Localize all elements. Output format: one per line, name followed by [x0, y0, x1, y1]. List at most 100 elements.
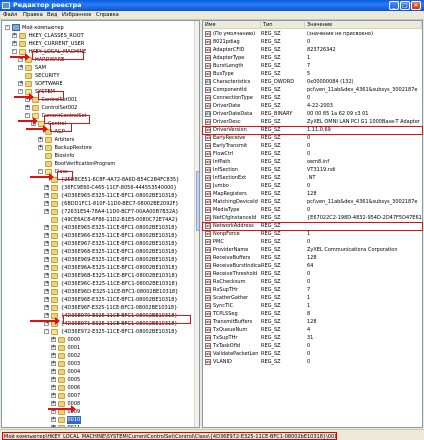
- column-header-name[interactable]: Имя: [203, 21, 261, 29]
- value-row[interactable]: ab TxTaskOfld REG_SZ 0: [203, 342, 422, 350]
- expand-toggle-icon[interactable]: +: [44, 233, 49, 238]
- value-row[interactable]: ab ScatterGather REG_SZ 1: [203, 294, 422, 302]
- expand-toggle-icon[interactable]: +: [44, 297, 49, 302]
- values-list-pane[interactable]: Имя Тип Значение ab (По умолчанию) REG_SZ(…: [202, 20, 423, 428]
- tree-node-label[interactable]: {4D36E969-E325-11CE-BFC1-08002BE10318}: [60, 256, 179, 264]
- tree-node-label[interactable]: {4D36E970-E325-11CE-BFC1-08002BE10318}: [60, 312, 179, 320]
- value-row[interactable]: ab AdapterCFID REG_SZ 823726342: [203, 46, 422, 54]
- title-bar[interactable]: Редактор реестра _ □ ✕: [0, 0, 424, 11]
- expand-toggle-icon[interactable]: +: [50, 353, 56, 358]
- expand-toggle-icon[interactable]: +: [18, 65, 23, 70]
- menu-edit[interactable]: Правка: [23, 12, 43, 19]
- tree-node[interactable]: +0002: [2, 352, 192, 360]
- menu-favorites[interactable]: Избранное: [62, 12, 91, 19]
- value-row[interactable]: ab VLANID REG_SZ 0: [203, 358, 422, 366]
- value-row[interactable]: ab PMC REG_SZ 0: [203, 238, 422, 246]
- tree-node-label[interactable]: 0011: [67, 424, 82, 427]
- tree-node-label[interactable]: 0001: [67, 344, 82, 352]
- tree-node-label[interactable]: ControlSet001: [41, 96, 79, 104]
- expand-toggle-icon[interactable]: +: [44, 241, 49, 246]
- collapse-toggle-icon[interactable]: -: [37, 169, 43, 174]
- expand-toggle-icon[interactable]: +: [50, 385, 56, 390]
- expand-toggle-icon[interactable]: +: [44, 313, 49, 318]
- tree-node-label[interactable]: {4D36E96D-E325-11CE-BFC1-08002BE10318}: [60, 288, 179, 296]
- tree-node-label[interactable]: 0005: [67, 376, 82, 384]
- menu-view[interactable]: Вид: [47, 12, 58, 19]
- expand-toggle-icon[interactable]: +: [18, 81, 23, 86]
- collapse-toggle-icon[interactable]: -: [44, 329, 49, 334]
- registry-tree-pane[interactable]: - Мой компьютер + HKEY_CLASSES_ROOT + HKEY_CU…: [1, 20, 200, 428]
- expand-toggle-icon[interactable]: +: [50, 417, 56, 422]
- value-row[interactable]: ab ProviderName REG_SZ ZyXEL Communications…: [203, 246, 422, 254]
- expand-toggle-icon[interactable]: +: [44, 265, 49, 270]
- tree-node[interactable]: + BackupRestore: [2, 144, 192, 152]
- tree-node-label[interactable]: AGP: [54, 128, 66, 136]
- tree-node[interactable]: +0009: [2, 408, 192, 416]
- tree-node[interactable]: + {72631E54-78A4-11D0-BCF7-00AA00B7B32A}: [2, 208, 192, 216]
- tree-node[interactable]: + {36FC9E60-C465-11CF-8056-444553540000}: [2, 184, 192, 192]
- tree-node[interactable]: + HARDWARE: [2, 56, 192, 64]
- tree-node-label[interactable]: ControlSet002: [41, 104, 79, 112]
- tree-node-label[interactable]: 0007: [67, 392, 82, 400]
- tree-node[interactable]: +0007: [2, 392, 192, 400]
- tree-node[interactable]: Biosinfo: [2, 152, 192, 160]
- tree-node[interactable]: - HKEY_LOCAL_MACHINE: [2, 48, 192, 56]
- tree-node[interactable]: + {4D36E96B-E325-11CE-BFC1-08002BE10318}: [2, 272, 192, 280]
- tree-node[interactable]: BootVerificationProgram: [2, 160, 192, 168]
- tree-node[interactable]: - CurrentControlSet: [2, 112, 192, 120]
- expand-toggle-icon[interactable]: +: [11, 33, 17, 38]
- value-row[interactable]: ab InfPath REG_SZ oem8.inf: [203, 158, 422, 166]
- minimize-button[interactable]: _: [389, 1, 399, 10]
- tree-node[interactable]: +0011: [2, 424, 192, 427]
- value-row[interactable]: ab NonpForce REG_SZ 1: [203, 230, 422, 238]
- tree-node[interactable]: + {4D36E969-E325-11CE-BFC1-08002BE10318}: [2, 256, 192, 264]
- tree-node[interactable]: +0003: [2, 360, 192, 368]
- tree-node[interactable]: {49CE6AC8-6F86-11D2-B1E5-0080C72E74A2}: [2, 216, 192, 224]
- tree-node[interactable]: +0010: [2, 416, 192, 424]
- value-row[interactable]: ab NetCfgInstanceId REG_SZ {E67022C2-198D-4…: [203, 214, 422, 222]
- expand-toggle-icon[interactable]: +: [50, 345, 56, 350]
- tree-node-label[interactable]: 0002: [67, 352, 82, 360]
- tree-node-label[interactable]: {4D36E96F-E325-11CE-BFC1-08002BE10318}: [60, 304, 178, 312]
- tree-node-label[interactable]: Class: [54, 168, 69, 176]
- value-row[interactable]: ab InfSection REG_SZ VT3119.ndi: [203, 166, 422, 174]
- value-row[interactable]: ab DriverVersion REG_SZ 1.11.0.69: [203, 126, 422, 134]
- expand-toggle-icon[interactable]: +: [50, 393, 56, 398]
- tree-node-label[interactable]: {49CE6AC8-6F86-11D2-B1E5-0080C72E74A2}: [60, 216, 179, 224]
- value-row[interactable]: ab SyncTIC REG_SZ 1: [203, 302, 422, 310]
- expand-toggle-icon[interactable]: +: [50, 361, 56, 366]
- expand-toggle-icon[interactable]: +: [44, 225, 49, 230]
- value-row[interactable]: ab EarlyTransmit REG_SZ 0: [203, 142, 422, 150]
- value-row[interactable]: ab ReceiveBuffers REG_SZ 128: [203, 254, 422, 262]
- expand-toggle-icon[interactable]: +: [44, 273, 49, 278]
- expand-toggle-icon[interactable]: +: [24, 105, 30, 110]
- tree-node[interactable]: + SAM: [2, 64, 192, 72]
- value-row[interactable]: ab MediaType REG_SZ 0: [203, 206, 422, 214]
- collapse-toggle-icon[interactable]: -: [11, 49, 17, 54]
- expand-toggle-icon[interactable]: +: [50, 377, 56, 382]
- tree-node[interactable]: + SOFTWARE: [2, 80, 192, 88]
- expand-toggle-icon[interactable]: +: [44, 305, 49, 310]
- value-row[interactable]: ab BurstLength REG_SZ 7: [203, 62, 422, 70]
- tree-node[interactable]: +0008: [2, 400, 192, 408]
- expand-toggle-icon[interactable]: +: [11, 41, 17, 46]
- tree-node-label[interactable]: {4D36E967-E325-11CE-BFC1-08002BE10318}: [60, 240, 179, 248]
- value-row[interactable]: ab RxSupTHr REG_SZ 7: [203, 286, 422, 294]
- expand-toggle-icon[interactable]: +: [37, 137, 43, 142]
- value-row[interactable]: ab Jumbo REG_SZ 0: [203, 182, 422, 190]
- tree-node-label[interactable]: BackupRestore: [54, 144, 93, 152]
- collapse-toggle-icon[interactable]: -: [24, 113, 30, 118]
- collapse-toggle-icon[interactable]: -: [5, 25, 10, 30]
- value-row[interactable]: ab TxQueueNum REG_SZ 4: [203, 326, 422, 334]
- tree-node[interactable]: - Мой компьютер: [2, 24, 192, 32]
- tree-node[interactable]: + {4D36E96F-E325-11CE-BFC1-08002BE10318}: [2, 304, 192, 312]
- tree-node-label[interactable]: Arbiters: [54, 136, 76, 144]
- value-row[interactable]: ab AdapterType REG_SZ 1: [203, 54, 422, 62]
- expand-toggle-icon[interactable]: +: [44, 249, 49, 254]
- tree-node-label[interactable]: HKEY_LOCAL_MACHINE: [28, 48, 88, 56]
- tree-node[interactable]: +0005: [2, 376, 192, 384]
- tree-node-label[interactable]: {25DBCE51-6C8F-4A72-8A6D-B54C2B4FC835}: [60, 176, 180, 184]
- tree-node-label[interactable]: Biosinfo: [54, 152, 76, 160]
- tree-node[interactable]: + {4D36E965-E325-11CE-BFC1-08002BE10318}: [2, 224, 192, 232]
- tree-node-label[interactable]: {72631E54-78A4-11D0-BCF7-00AA00B7B32A}: [60, 208, 180, 216]
